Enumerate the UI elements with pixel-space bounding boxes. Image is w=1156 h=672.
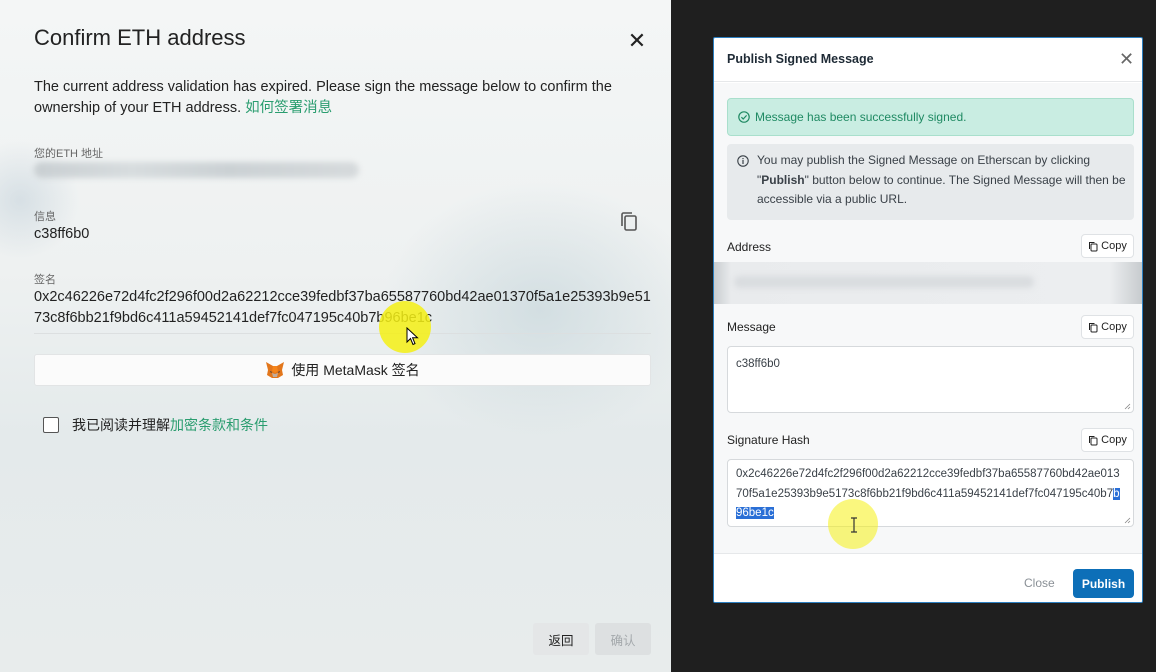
info-icon [737, 155, 749, 167]
publish-signed-message-dialog: Publish Signed Message ✕ Message has bee… [713, 37, 1143, 603]
success-alert: Message has been successfully signed. [727, 98, 1134, 136]
info-text-post: " button below to continue. The Signed M… [757, 172, 1126, 207]
message-value: c38ff6b0 [34, 226, 90, 242]
signature-hash-text: 0x2c46226e72d4fc2f296f00d2a62212cce39fed… [736, 468, 1120, 500]
dialog-title: Publish Signed Message [727, 52, 874, 66]
copy-icon [1089, 241, 1098, 251]
confirm-eth-dialog: Confirm ETH address ✕ The current addres… [0, 0, 671, 672]
message-label: 信息 [34, 211, 56, 223]
dialog-title: Confirm ETH address [34, 25, 246, 50]
resize-handle-icon[interactable] [1124, 517, 1131, 524]
info-alert: You may publish the Signed Message on Et… [727, 144, 1134, 220]
message-textarea[interactable]: c38ff6b0 [727, 346, 1134, 413]
close-button[interactable]: Close [1024, 576, 1055, 590]
resize-handle-icon[interactable] [1124, 403, 1131, 410]
dialog-footer: Close Publish [714, 553, 1142, 602]
signature-label: 签名 [34, 274, 56, 286]
copy-label: Copy [1101, 321, 1127, 333]
dialog-description: The current address validation has expir… [34, 77, 644, 119]
address-value-redacted [34, 162, 359, 178]
copy-label: Copy [1101, 434, 1127, 446]
dialog-header: Publish Signed Message ✕ [714, 38, 1142, 82]
terms-checkbox[interactable] [43, 417, 59, 433]
info-text-bold: Publish [761, 172, 805, 187]
address-label: Address [727, 240, 772, 254]
terms-row: 我已阅读并理解加密条款和条件 [43, 415, 268, 435]
metamask-button-label: 使用 MetaMask 签名 [291, 362, 420, 378]
metamask-fox-icon [266, 362, 285, 378]
copy-icon[interactable] [619, 211, 639, 233]
copy-signature-button[interactable]: Copy [1081, 428, 1134, 452]
copy-message-button[interactable]: Copy [1081, 315, 1134, 339]
message-text: c38ff6b0 [736, 358, 780, 370]
check-circle-icon [738, 111, 750, 123]
close-icon[interactable]: ✕ [626, 30, 648, 52]
text-cursor-icon [851, 517, 857, 533]
address-value-redacted [714, 262, 1142, 304]
back-button[interactable]: 返回 [533, 623, 589, 655]
cursor-highlight [379, 301, 431, 353]
close-icon[interactable]: ✕ [1119, 50, 1134, 68]
confirm-button[interactable]: 确认 [595, 623, 651, 655]
address-label: 您的ETH 地址 [34, 148, 104, 160]
copy-icon [1089, 435, 1098, 445]
copy-address-button[interactable]: Copy [1081, 234, 1134, 258]
success-text: Message has been successfully signed. [755, 110, 967, 124]
dialog-body-lower: Message Copy c38ff6b0 Signature Hash Cop… [714, 304, 1142, 553]
sign-with-metamask-button[interactable]: 使用 MetaMask 签名 [34, 354, 651, 386]
divider [34, 333, 651, 334]
signature-hash-textarea[interactable]: 0x2c46226e72d4fc2f296f00d2a62212cce39fed… [727, 459, 1134, 527]
how-to-sign-link[interactable]: 如何签署消息 [245, 100, 332, 116]
message-label: Message [727, 320, 776, 334]
publish-button[interactable]: Publish [1073, 569, 1134, 598]
copy-label: Copy [1101, 240, 1127, 252]
terms-link[interactable]: 加密条款和条件 [170, 417, 268, 433]
signature-hash-label: Signature Hash [727, 433, 810, 447]
signature-value: 0x2c46226e72d4fc2f296f00d2a62212cce39fed… [34, 289, 651, 326]
mouse-pointer-icon [406, 327, 419, 346]
copy-icon [1089, 322, 1098, 332]
terms-prefix: 我已阅读并理解 [72, 417, 170, 433]
